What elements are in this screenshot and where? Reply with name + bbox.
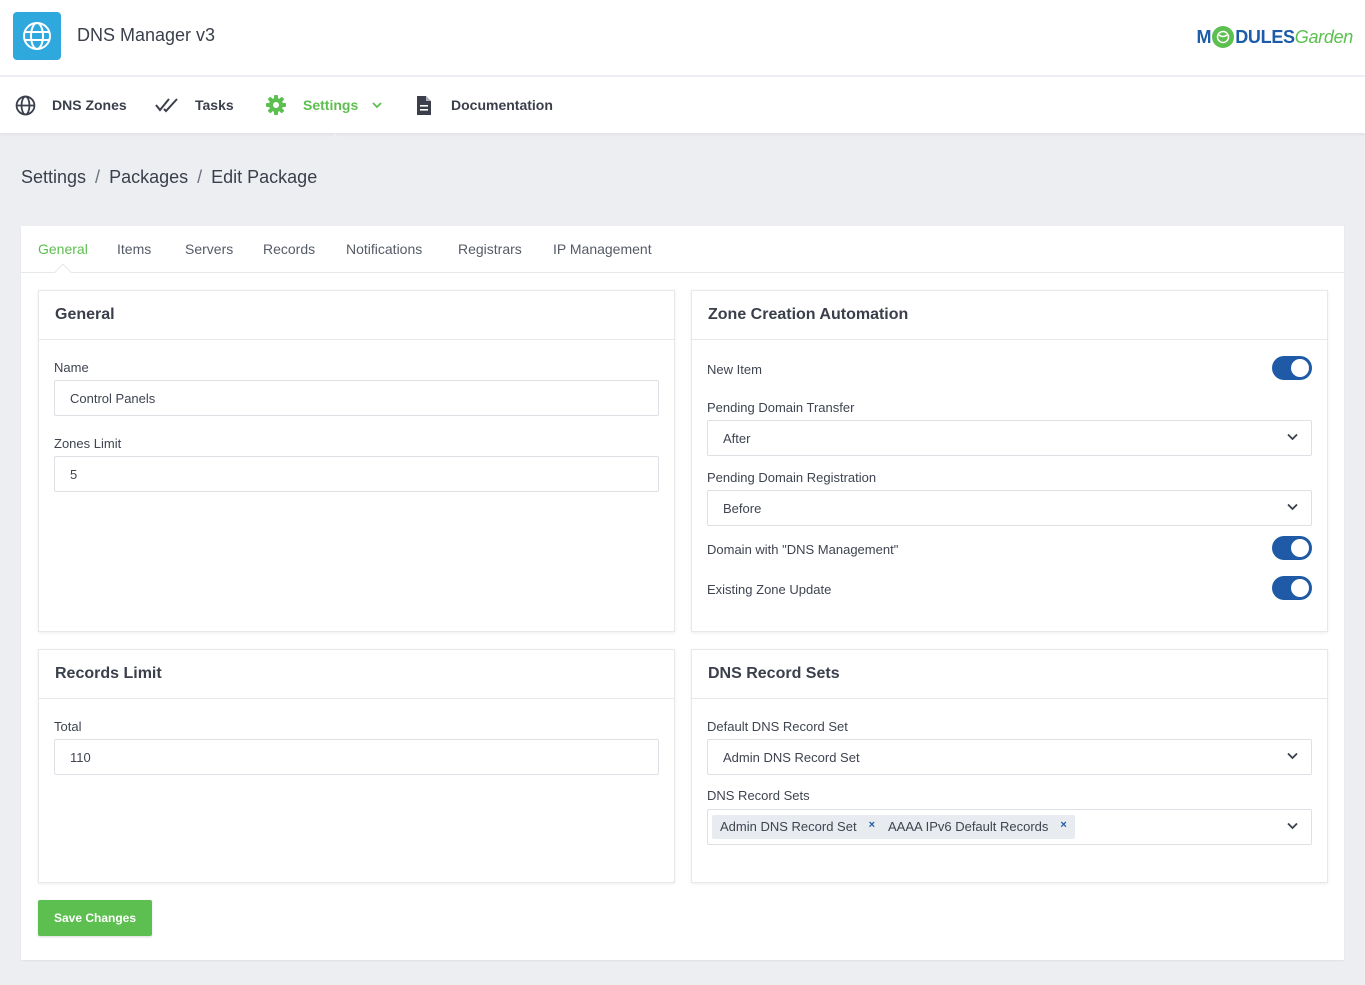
record-set-chip: AAAA IPv6 Default Records × (880, 815, 1075, 839)
save-changes-button[interactable]: Save Changes (38, 900, 152, 936)
tab-items[interactable]: Items (117, 241, 151, 257)
remove-chip-icon[interactable]: × (869, 819, 875, 839)
chevron-down-icon (1287, 503, 1298, 511)
records-limit-panel: Records Limit Total 110 (38, 649, 675, 883)
default-record-set-label: Default DNS Record Set (707, 719, 848, 734)
chevron-down-icon (372, 101, 382, 108)
existing-zone-toggle[interactable] (1272, 576, 1312, 600)
modulesgarden-logo[interactable]: M DULES Garden (1197, 26, 1353, 48)
double-check-icon (155, 98, 178, 113)
default-record-set-select[interactable]: Admin DNS Record Set (707, 739, 1312, 775)
app-logo[interactable] (13, 12, 61, 60)
record-set-chip: Admin DNS Record Set × (712, 815, 883, 839)
top-bar: DNS Manager v3 M DULES Garden (0, 0, 1365, 76)
tab-active-caret (54, 263, 72, 281)
pending-transfer-select[interactable]: After (707, 420, 1312, 456)
breadcrumb: Settings / Packages / Edit Package (21, 167, 318, 188)
name-label: Name (54, 360, 89, 375)
total-label: Total (54, 719, 82, 734)
name-input[interactable]: Control Panels (54, 380, 659, 416)
nav-active-caret (326, 133, 344, 142)
record-sets-label: DNS Record Sets (707, 788, 810, 803)
app-title: DNS Manager v3 (77, 25, 216, 45)
new-item-toggle[interactable] (1272, 356, 1312, 380)
tab-general[interactable]: General (38, 241, 88, 257)
brand-globe-icon (1212, 26, 1235, 48)
document-icon (417, 95, 431, 115)
pending-registration-label: Pending Domain Registration (707, 470, 877, 485)
breadcrumb-edit-package: Edit Package (211, 167, 318, 187)
record-sets-multiselect[interactable]: Admin DNS Record Set × AAAA IPv6 Default… (707, 809, 1312, 845)
tab-bar: General Items Servers Records Notificati… (21, 226, 1344, 281)
pending-registration-select[interactable]: Before (707, 490, 1312, 526)
tab-ip-management[interactable]: IP Management (553, 241, 652, 257)
chevron-down-icon (1287, 822, 1298, 830)
general-panel: General Name Control Panels Zones Limit … (38, 290, 675, 632)
nav-dns-zones[interactable]: DNS Zones (15, 77, 127, 133)
tab-notifications[interactable]: Notifications (346, 241, 422, 257)
zones-limit-input[interactable]: 5 (54, 456, 659, 492)
dns-management-label: Domain with "DNS Management" (707, 542, 899, 557)
dns-management-toggle[interactable] (1272, 536, 1312, 560)
main-nav: DNS Zones Tasks Settings Documentation (0, 77, 1365, 133)
tab-records[interactable]: Records (263, 241, 315, 257)
remove-chip-icon[interactable]: × (1060, 819, 1066, 839)
nav-tasks[interactable]: Tasks (155, 77, 234, 133)
breadcrumb-packages[interactable]: Packages (109, 167, 188, 188)
nav-documentation[interactable]: Documentation (415, 77, 553, 133)
zone-automation-panel: Zone Creation Automation New Item Pendin… (691, 290, 1328, 632)
globe-icon (23, 22, 51, 50)
total-input[interactable]: 110 (54, 739, 659, 775)
package-card: General Items Servers Records Notificati… (21, 226, 1344, 960)
chevron-down-icon (1287, 433, 1298, 441)
pending-transfer-label: Pending Domain Transfer (707, 400, 855, 415)
new-item-label: New Item (707, 362, 762, 377)
zone-automation-title: Zone Creation Automation (692, 291, 1327, 340)
tab-servers[interactable]: Servers (185, 241, 233, 257)
gear-icon (266, 95, 286, 115)
dns-record-sets-title: DNS Record Sets (692, 650, 1327, 699)
breadcrumb-settings[interactable]: Settings (21, 167, 86, 188)
tab-registrars[interactable]: Registrars (458, 241, 522, 257)
chevron-down-icon (1287, 752, 1298, 760)
globe-icon (15, 95, 36, 115)
existing-zone-label: Existing Zone Update (707, 582, 832, 597)
records-limit-title: Records Limit (39, 650, 674, 699)
general-panel-title: General (39, 291, 674, 340)
nav-settings[interactable]: Settings (265, 77, 382, 133)
zones-limit-label: Zones Limit (54, 436, 122, 451)
dns-record-sets-panel: DNS Record Sets Default DNS Record Set A… (691, 649, 1328, 883)
